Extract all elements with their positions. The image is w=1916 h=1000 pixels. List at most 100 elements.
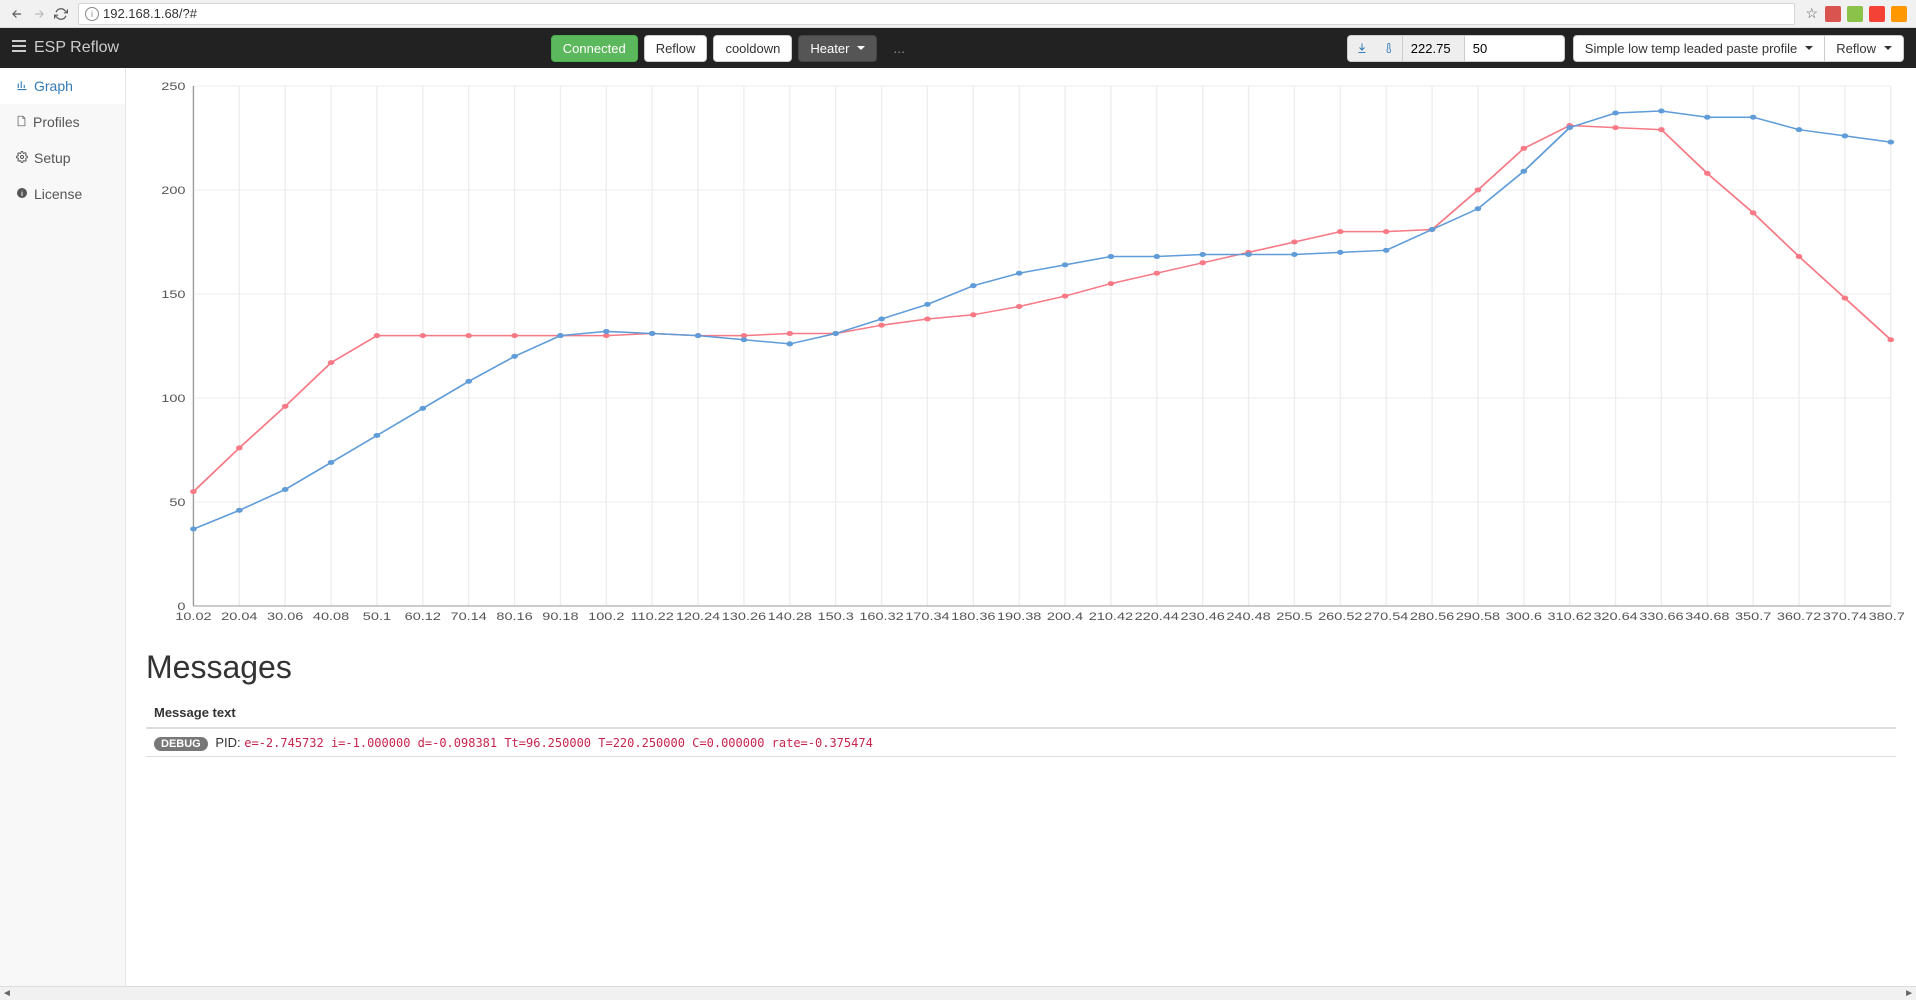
- sidebar: Graph Profiles Setup License: [0, 68, 126, 1000]
- svg-text:70.14: 70.14: [451, 610, 487, 623]
- svg-text:80.16: 80.16: [496, 610, 532, 623]
- info-icon: [16, 186, 28, 202]
- temp-readout-group: [1347, 35, 1565, 62]
- scroll-right-icon[interactable]: ►: [1904, 988, 1914, 999]
- horizontal-scrollbar[interactable]: ◄ ►: [0, 986, 1916, 1000]
- sidebar-item-setup[interactable]: Setup: [0, 140, 125, 176]
- svg-text:200: 200: [161, 184, 185, 197]
- chart-container: 05010015020025010.0220.0430.0640.0850.16…: [126, 68, 1916, 639]
- extension-icon[interactable]: [1869, 6, 1885, 22]
- sidebar-item-license[interactable]: License: [0, 176, 125, 212]
- svg-text:320.64: 320.64: [1593, 610, 1637, 623]
- scroll-left-icon[interactable]: ◄: [2, 988, 12, 999]
- svg-text:160.32: 160.32: [859, 610, 903, 623]
- sidebar-item-label: Setup: [34, 150, 71, 166]
- svg-text:50.1: 50.1: [363, 610, 391, 623]
- svg-text:200.4: 200.4: [1047, 610, 1083, 623]
- sidebar-item-graph[interactable]: Graph: [0, 68, 125, 104]
- messages-table: Message text DEBUG PID: e=-2.745732 i=-1…: [146, 698, 1896, 757]
- svg-text:330.66: 330.66: [1639, 610, 1683, 623]
- extension-icon[interactable]: [1891, 6, 1907, 22]
- svg-text:180.36: 180.36: [951, 610, 995, 623]
- brand[interactable]: ESP Reflow: [12, 39, 119, 57]
- menu-icon[interactable]: [12, 39, 26, 57]
- ellipsis: ...: [883, 40, 915, 56]
- info-icon[interactable]: i: [85, 7, 99, 21]
- svg-text:120.24: 120.24: [676, 610, 720, 623]
- url-bar[interactable]: i 192.168.1.68/?#: [78, 3, 1795, 25]
- sidebar-item-profiles[interactable]: Profiles: [0, 104, 125, 140]
- thermometer-icon: [1376, 35, 1403, 62]
- cooldown-button[interactable]: cooldown: [713, 35, 792, 62]
- profile-controls: Simple low temp leaded paste profile Ref…: [1573, 35, 1904, 62]
- svg-text:90.18: 90.18: [542, 610, 578, 623]
- svg-text:60.12: 60.12: [405, 610, 441, 623]
- pid-output: e=-2.745732 i=-1.000000 d=-0.098381 Tt=9…: [244, 736, 873, 750]
- svg-text:30.06: 30.06: [267, 610, 303, 623]
- svg-text:210.42: 210.42: [1089, 610, 1133, 623]
- caret-down-icon: [1805, 46, 1813, 50]
- reflow-action-dropdown[interactable]: Reflow: [1824, 35, 1904, 62]
- sidebar-item-label: Profiles: [33, 114, 80, 130]
- file-icon: [16, 114, 27, 130]
- main-layout: Graph Profiles Setup License 05010015020…: [0, 68, 1916, 1000]
- url-text: 192.168.1.68/?#: [103, 6, 197, 21]
- content: 05010015020025010.0220.0430.0640.0850.16…: [126, 68, 1916, 1000]
- svg-text:340.68: 340.68: [1685, 610, 1729, 623]
- svg-text:20.04: 20.04: [221, 610, 257, 623]
- forward-icon: [28, 3, 50, 25]
- gear-icon: [16, 150, 28, 166]
- profile-select[interactable]: Simple low temp leaded paste profile: [1573, 35, 1824, 62]
- target-temp-input[interactable]: [1465, 35, 1565, 62]
- connected-badge: Connected: [551, 35, 638, 62]
- svg-text:150.3: 150.3: [818, 610, 854, 623]
- svg-text:270.54: 270.54: [1364, 610, 1408, 623]
- svg-text:50: 50: [169, 496, 185, 509]
- app-navbar: ESP Reflow Connected Reflow cooldown Hea…: [0, 28, 1916, 68]
- caret-down-icon: [857, 46, 865, 50]
- chart-icon: [16, 78, 28, 94]
- browser-chrome: i 192.168.1.68/?# ☆: [0, 0, 1916, 28]
- svg-text:230.46: 230.46: [1180, 610, 1224, 623]
- sidebar-item-label: Graph: [34, 78, 73, 94]
- svg-text:140.28: 140.28: [768, 610, 812, 623]
- svg-text:150: 150: [161, 288, 185, 301]
- status-toolbar: Connected Reflow cooldown Heater ...: [119, 35, 1347, 62]
- caret-down-icon: [1884, 46, 1892, 50]
- svg-text:110.22: 110.22: [631, 610, 674, 623]
- download-icon[interactable]: [1347, 35, 1376, 62]
- table-row: DEBUG PID: e=-2.745732 i=-1.000000 d=-0.…: [146, 728, 1896, 757]
- svg-text:10.02: 10.02: [175, 610, 211, 623]
- reload-icon[interactable]: [50, 3, 72, 25]
- reflow-status[interactable]: Reflow: [644, 35, 708, 62]
- svg-text:100.2: 100.2: [588, 610, 624, 623]
- sidebar-item-label: License: [34, 186, 82, 202]
- svg-text:300.6: 300.6: [1506, 610, 1542, 623]
- brand-label: ESP Reflow: [34, 39, 119, 57]
- svg-text:100: 100: [161, 392, 185, 405]
- messages-section: Messages Message text DEBUG PID: e=-2.74…: [126, 639, 1916, 767]
- svg-text:130.26: 130.26: [722, 610, 766, 623]
- svg-text:170.34: 170.34: [905, 610, 949, 623]
- svg-text:220.44: 220.44: [1135, 610, 1179, 623]
- messages-col-header: Message text: [146, 698, 1896, 728]
- extension-icon[interactable]: [1825, 6, 1841, 22]
- heater-dropdown[interactable]: Heater: [798, 35, 877, 62]
- svg-text:290.58: 290.58: [1456, 610, 1500, 623]
- svg-text:310.62: 310.62: [1547, 610, 1591, 623]
- svg-text:370.74: 370.74: [1823, 610, 1867, 623]
- extension-icon[interactable]: [1847, 6, 1863, 22]
- svg-text:280.56: 280.56: [1410, 610, 1454, 623]
- bookmark-star-icon[interactable]: ☆: [1805, 5, 1818, 22]
- level-badge: DEBUG: [154, 737, 208, 751]
- messages-heading: Messages: [146, 649, 1896, 686]
- svg-text:40.08: 40.08: [313, 610, 349, 623]
- svg-text:250: 250: [161, 80, 185, 93]
- svg-text:250.5: 250.5: [1276, 610, 1312, 623]
- svg-text:350.7: 350.7: [1735, 610, 1771, 623]
- svg-text:260.52: 260.52: [1318, 610, 1362, 623]
- current-temp-readout: [1403, 35, 1465, 62]
- temperature-chart: 05010015020025010.0220.0430.0640.0850.16…: [134, 76, 1904, 636]
- svg-text:190.38: 190.38: [997, 610, 1041, 623]
- back-icon[interactable]: [6, 3, 28, 25]
